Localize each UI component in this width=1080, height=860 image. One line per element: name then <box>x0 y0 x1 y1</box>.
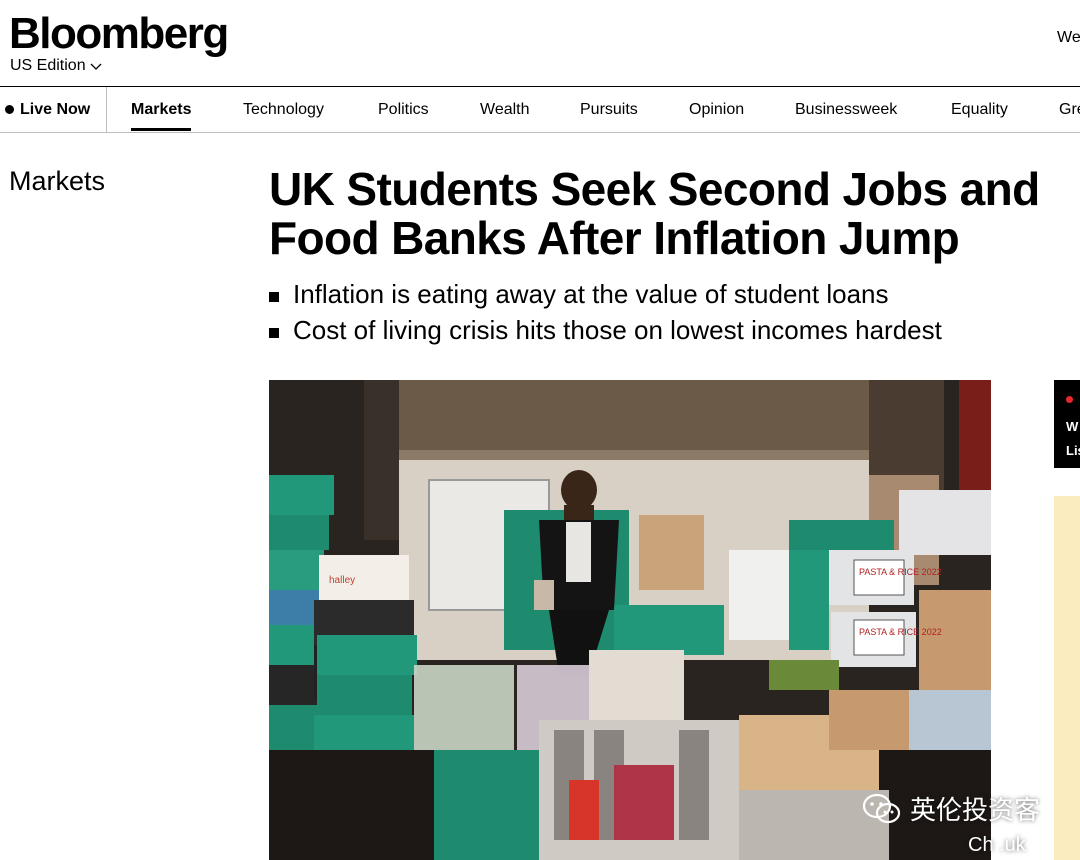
summary-bullet-text: Inflation is eating away at the value of… <box>293 278 889 309</box>
summary-bullet: Inflation is eating away at the value of… <box>269 276 942 312</box>
section-label[interactable]: Markets <box>9 166 105 197</box>
nav-item-wealth[interactable]: Wealth <box>480 87 530 132</box>
nav-item-politics[interactable]: Politics <box>378 87 429 132</box>
welcome-link[interactable]: We <box>1057 29 1080 47</box>
bloomberg-logo[interactable]: Bloomberg <box>9 12 229 56</box>
ad-banner[interactable] <box>1054 496 1080 860</box>
live-now-label: Live Now <box>20 100 91 118</box>
nav-item-businessweek[interactable]: Businessweek <box>795 87 897 132</box>
article-headline: UK Students Seek Second Jobs and Food Ba… <box>269 165 1080 263</box>
bullet-square-icon <box>269 292 279 302</box>
watermark-url: Ch .uk <box>968 834 1026 856</box>
live-card-title: W <box>1066 419 1079 434</box>
photo-sign-text: PASTA & RICE 2022 <box>859 567 942 577</box>
summary-bullet: Cost of living crisis hits those on lowe… <box>269 312 942 348</box>
main-nav: Live Now Markets Technology Politics Wea… <box>0 87 1080 133</box>
nav-item-equality[interactable]: Equality <box>951 87 1008 132</box>
nav-item-markets[interactable]: Markets <box>131 87 192 132</box>
nav-item-pursuits[interactable]: Pursuits <box>580 87 638 132</box>
article-photo: halley PASTA & RICE 2022 PASTA & RICE 20… <box>269 380 991 860</box>
watermark-text: 英伦投资客 <box>910 795 1041 825</box>
article-summary: Inflation is eating away at the value of… <box>269 276 942 348</box>
summary-bullet-text: Cost of living crisis hits those on lowe… <box>293 314 942 345</box>
headline-line-2: Food Banks After Inflation Jump <box>269 212 960 264</box>
photo-sign-text: PASTA & RICE 2022 <box>859 627 942 637</box>
box-label: halley <box>329 575 355 586</box>
nav-item-technology[interactable]: Technology <box>243 87 324 132</box>
live-now-button[interactable]: Live Now <box>0 87 107 132</box>
headline-line-1: UK Students Seek Second Jobs and <box>269 163 1040 215</box>
wechat-watermark: 英伦投资客 <box>862 790 1040 827</box>
nav-item-opinion[interactable]: Opinion <box>689 87 744 132</box>
wechat-icon <box>862 793 901 823</box>
edition-selector[interactable]: US Edition <box>10 57 102 75</box>
live-tv-card[interactable]: W Lis <box>1054 380 1080 468</box>
edition-label: US Edition <box>10 57 86 74</box>
chevron-down-icon <box>90 63 102 70</box>
bullet-square-icon <box>269 328 279 338</box>
live-card-link[interactable]: Lis <box>1066 443 1080 458</box>
nav-item-green[interactable]: Gre <box>1059 87 1080 132</box>
live-dot-icon <box>5 105 14 114</box>
live-indicator-icon <box>1066 396 1073 403</box>
